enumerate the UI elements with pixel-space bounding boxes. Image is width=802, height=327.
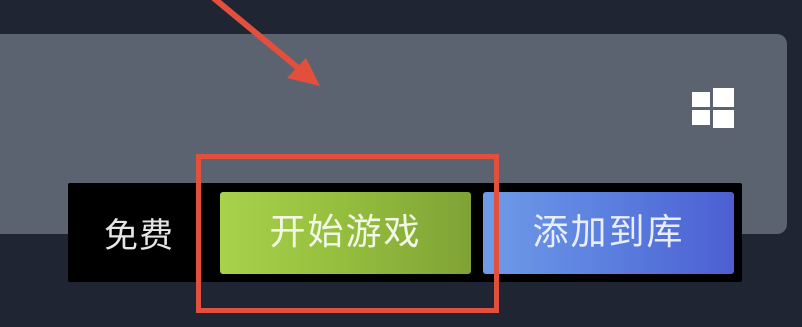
game-store-page: 免费 开始游戏 添加到库 bbox=[0, 0, 802, 327]
add-to-library-button[interactable]: 添加到库 bbox=[483, 192, 734, 274]
price-label: 免费 bbox=[104, 216, 174, 256]
play-game-button[interactable]: 开始游戏 bbox=[220, 192, 471, 274]
windows-icon bbox=[692, 88, 734, 128]
